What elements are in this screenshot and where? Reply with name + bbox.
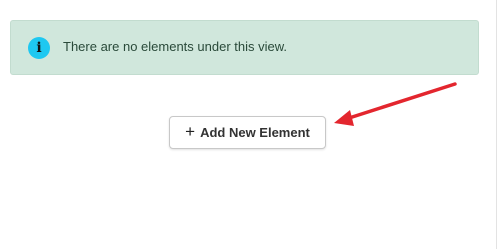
plus-icon: + [185, 122, 196, 141]
info-icon: i [28, 37, 50, 59]
panel-right-border [496, 0, 497, 249]
add-new-element-label: Add New Element [200, 125, 310, 140]
add-new-element-button[interactable]: + Add New Element [169, 116, 326, 149]
empty-view-alert: i There are no elements under this view. [10, 20, 479, 75]
alert-message: There are no elements under this view. [63, 39, 288, 54]
